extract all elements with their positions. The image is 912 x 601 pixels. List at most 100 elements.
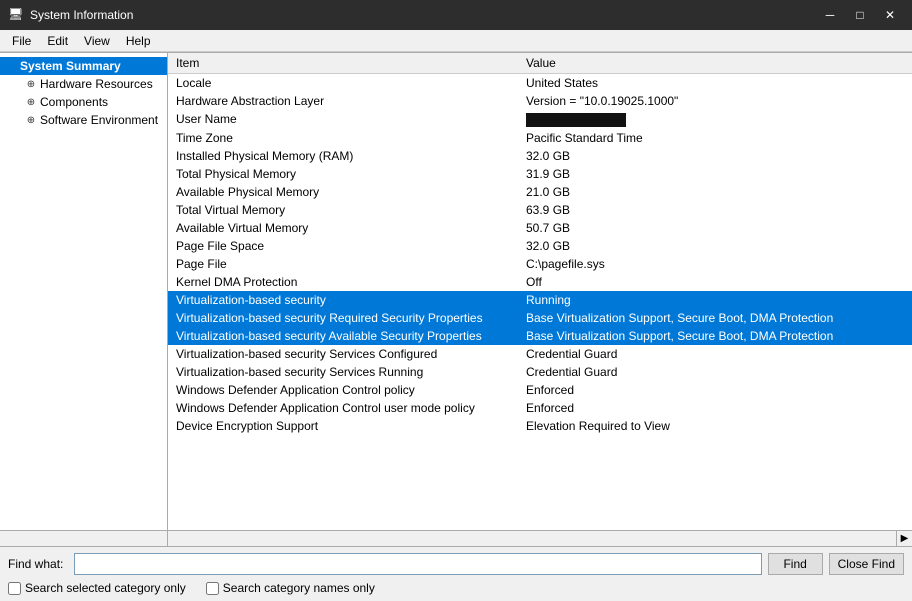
find-what-label: Find what: [8, 557, 68, 571]
table-cell-item: Locale [168, 74, 518, 93]
table-cell-value: 50.7 GB [518, 219, 912, 237]
table-row[interactable]: Time ZonePacific Standard Time [168, 129, 912, 147]
search-selected-category-label[interactable]: Search selected category only [8, 581, 186, 595]
window-controls: ─ □ ✕ [816, 5, 904, 25]
main-content: System Summary ⊕ Hardware Resources ⊕ Co… [0, 52, 912, 530]
find-input[interactable] [74, 553, 762, 575]
table-cell-value: Base Virtualization Support, Secure Boot… [518, 309, 912, 327]
table-cell-value: Enforced [518, 399, 912, 417]
title-bar-left: 🖥 System Information [8, 7, 133, 23]
table-cell-value: C:\pagefile.sys [518, 255, 912, 273]
window-title: System Information [30, 8, 133, 22]
table-cell-item: Windows Defender Application Control pol… [168, 381, 518, 399]
table-row[interactable]: Hardware Abstraction LayerVersion = "10.… [168, 92, 912, 110]
search-category-names-checkbox[interactable] [206, 582, 219, 595]
table-row[interactable]: Windows Defender Application Control pol… [168, 381, 912, 399]
table-row[interactable]: Total Physical Memory31.9 GB [168, 165, 912, 183]
sidebar-label-hardware-resources: Hardware Resources [40, 77, 153, 91]
sidebar-item-components[interactable]: ⊕ Components [0, 93, 167, 111]
table-row[interactable]: Total Virtual Memory63.9 GB [168, 201, 912, 219]
table-cell-item: Virtualization-based security Services C… [168, 345, 518, 363]
sidebar-label-components: Components [40, 95, 108, 109]
table-cell-item: Total Virtual Memory [168, 201, 518, 219]
menu-bar: File Edit View Help [0, 30, 912, 52]
table-cell-value: Enforced [518, 381, 912, 399]
table-row[interactable]: Available Physical Memory21.0 GB [168, 183, 912, 201]
table-row[interactable]: Virtualization-based security Services R… [168, 363, 912, 381]
table-cell-value: Pacific Standard Time [518, 129, 912, 147]
table-cell-item: Kernel DMA Protection [168, 273, 518, 291]
maximize-button[interactable]: □ [846, 5, 874, 25]
right-panel[interactable]: Item Value LocaleUnited StatesHardware A… [168, 53, 912, 530]
search-selected-category-text: Search selected category only [25, 581, 186, 595]
sidebar-item-software-environment[interactable]: ⊕ Software Environment [0, 111, 167, 129]
find-button[interactable]: Find [768, 553, 823, 575]
title-bar: 🖥 System Information ─ □ ✕ [0, 0, 912, 30]
table-row[interactable]: Available Virtual Memory50.7 GB [168, 219, 912, 237]
search-category-names-text: Search category names only [223, 581, 375, 595]
minimize-button[interactable]: ─ [816, 5, 844, 25]
table-cell-value: Credential Guard [518, 345, 912, 363]
table-cell-item: Time Zone [168, 129, 518, 147]
table-cell-item: Available Virtual Memory [168, 219, 518, 237]
close-find-button[interactable]: Close Find [829, 553, 904, 575]
search-category-names-label[interactable]: Search category names only [206, 581, 375, 595]
checkboxes-row: Search selected category only Search cat… [8, 581, 904, 595]
table-cell-value: Running [518, 291, 912, 309]
table-row[interactable]: Virtualization-based security Required S… [168, 309, 912, 327]
table-cell-value: 63.9 GB [518, 201, 912, 219]
menu-help[interactable]: Help [118, 30, 159, 51]
table-cell-item: Virtualization-based security [168, 291, 518, 309]
table-cell-value: United States [518, 74, 912, 93]
sidebar-label-software-environment: Software Environment [40, 113, 158, 127]
table-row[interactable]: Kernel DMA ProtectionOff [168, 273, 912, 291]
table-cell-item: Virtualization-based security Services R… [168, 363, 518, 381]
table-row[interactable]: Virtualization-based securityRunning [168, 291, 912, 309]
table-cell-value: 32.0 GB [518, 237, 912, 255]
table-cell-value: Off [518, 273, 912, 291]
menu-file[interactable]: File [4, 30, 39, 51]
table-cell-value: 21.0 GB [518, 183, 912, 201]
menu-view[interactable]: View [76, 30, 118, 51]
table-row[interactable]: Windows Defender Application Control use… [168, 399, 912, 417]
table-cell-item: Windows Defender Application Control use… [168, 399, 518, 417]
left-panel: System Summary ⊕ Hardware Resources ⊕ Co… [0, 53, 168, 530]
sidebar-item-system-summary[interactable]: System Summary [0, 57, 167, 75]
table-cell-item: Page File Space [168, 237, 518, 255]
hscroll-inner[interactable] [168, 531, 896, 546]
menu-edit[interactable]: Edit [39, 30, 76, 51]
redacted-value [526, 113, 626, 127]
table-cell-value: 31.9 GB [518, 165, 912, 183]
table-cell-value: 32.0 GB [518, 147, 912, 165]
table-cell-value: Base Virtualization Support, Secure Boot… [518, 327, 912, 345]
horizontal-scrollbar[interactable]: ▶ [0, 530, 912, 546]
column-header-value: Value [518, 53, 912, 74]
table-row[interactable]: User Name [168, 110, 912, 129]
sidebar-label-system-summary: System Summary [20, 59, 121, 73]
table-row[interactable]: Page FileC:\pagefile.sys [168, 255, 912, 273]
table-cell-value: Version = "10.0.19025.1000" [518, 92, 912, 110]
table-row[interactable]: Virtualization-based security Services C… [168, 345, 912, 363]
table-cell-item: User Name [168, 110, 518, 129]
table-row[interactable]: Device Encryption SupportElevation Requi… [168, 417, 912, 435]
table-cell-item: Virtualization-based security Required S… [168, 309, 518, 327]
table-row[interactable]: LocaleUnited States [168, 74, 912, 93]
table-row[interactable]: Page File Space32.0 GB [168, 237, 912, 255]
expander-icon: ⊕ [24, 79, 38, 90]
find-row: Find what: Find Close Find [8, 553, 904, 575]
table-cell-value: Elevation Required to View [518, 417, 912, 435]
table-cell-item: Virtualization-based security Available … [168, 327, 518, 345]
expander-icon: ⊕ [24, 115, 38, 126]
app-icon: 🖥 [8, 7, 24, 23]
table-cell-value [518, 110, 912, 129]
close-button[interactable]: ✕ [876, 5, 904, 25]
table-row[interactable]: Installed Physical Memory (RAM)32.0 GB [168, 147, 912, 165]
table-cell-value: Credential Guard [518, 363, 912, 381]
table-row[interactable]: Virtualization-based security Available … [168, 327, 912, 345]
table-cell-item: Page File [168, 255, 518, 273]
sidebar-item-hardware-resources[interactable]: ⊕ Hardware Resources [0, 75, 167, 93]
data-table: Item Value LocaleUnited StatesHardware A… [168, 53, 912, 435]
table-cell-item: Installed Physical Memory (RAM) [168, 147, 518, 165]
search-selected-category-checkbox[interactable] [8, 582, 21, 595]
table-cell-item: Hardware Abstraction Layer [168, 92, 518, 110]
